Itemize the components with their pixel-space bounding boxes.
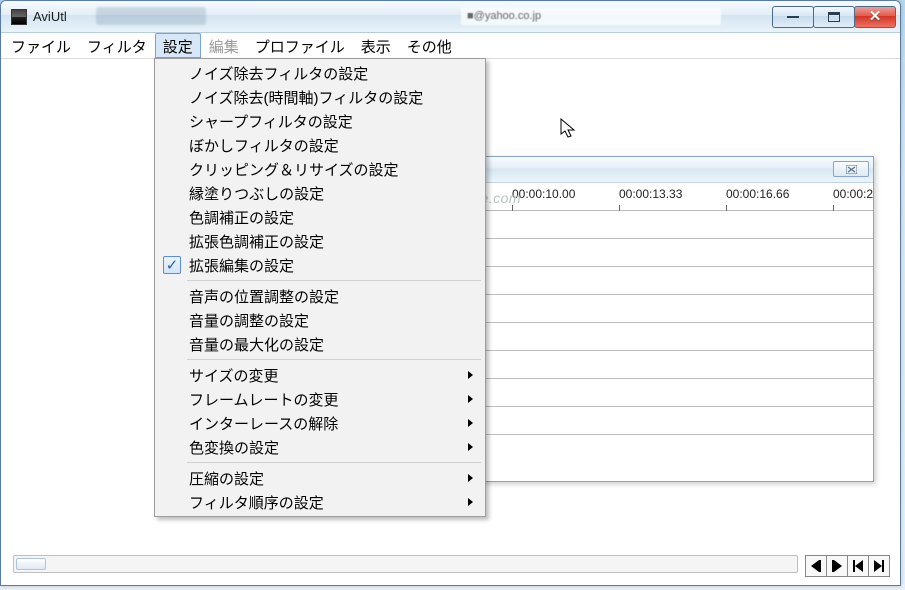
triangle-right-icon [834,560,842,572]
bar-icon [819,560,821,572]
submenu-arrow-icon [468,498,473,506]
settings-dropdown: ノイズ除去フィルタの設定 ノイズ除去(時間軸)フィルタの設定 シャープフィルタの… [154,58,486,517]
minimize-icon [787,16,799,18]
window-controls: ✕ [773,6,896,28]
menuitem-deinterlace[interactable]: インターレースの解除 [157,411,483,435]
menu-file[interactable]: ファイル [3,33,79,58]
menuitem-color-convert[interactable]: 色変換の設定 [157,435,483,459]
submenu-arrow-icon [468,395,473,403]
checkmark-icon: ✓ [163,256,181,274]
titlebar[interactable]: AviUtl ■@yahoo.co.jp ✕ [1,1,900,33]
scrollbar-thumb[interactable] [16,558,46,570]
app-icon [11,9,27,25]
ruler-tick: 00:00:13.33 [619,187,682,205]
menubar: ファイル フィルタ 設定 編集 プロファイル 表示 その他 [1,33,900,59]
close-icon: ✕ [869,9,882,24]
menuitem-volume-adjust[interactable]: 音量の調整の設定 [157,308,483,332]
menu-other[interactable]: その他 [399,33,460,58]
ruler-tick: 00:00:10.00 [512,187,575,205]
window-title: AviUtl [33,9,67,24]
frame-forward-button[interactable] [826,555,848,577]
title-blur-area [96,7,206,25]
submenu-arrow-icon [468,419,473,427]
maximize-icon [828,12,840,22]
menuitem-compression[interactable]: 圧縮の設定 [157,466,483,490]
frame-back-button[interactable] [805,555,827,577]
menuitem-color-correction[interactable]: 色調補正の設定 [157,205,483,229]
triangle-left-icon [811,560,819,572]
menu-settings[interactable]: 設定 [155,33,201,58]
maximize-button[interactable] [813,6,855,28]
menuitem-volume-maximize[interactable]: 音量の最大化の設定 [157,332,483,356]
minimize-button[interactable] [772,6,814,28]
transport-controls [806,555,890,577]
menu-filter[interactable]: フィルタ [79,33,155,58]
triangle-left-icon [855,560,863,572]
triangle-right-icon [874,560,882,572]
menuitem-ext-color-correction[interactable]: 拡張色調補正の設定 [157,229,483,253]
bar-icon [882,560,884,572]
close-button[interactable]: ✕ [854,6,896,28]
menuitem-border-fill[interactable]: 縁塗りつぶしの設定 [157,181,483,205]
menuitem-noise-time-filter[interactable]: ノイズ除去(時間軸)フィルタの設定 [157,85,483,109]
menuitem-sharp-filter[interactable]: シャープフィルタの設定 [157,109,483,133]
submenu-arrow-icon [468,443,473,451]
horizontal-scrollbar[interactable] [13,555,798,573]
title-email-blur: ■@yahoo.co.jp [461,7,721,25]
menuitem-resize[interactable]: サイズの変更 [157,363,483,387]
goto-end-button[interactable] [868,555,890,577]
menuitem-filter-order[interactable]: フィルタ順序の設定 [157,490,483,514]
goto-start-button[interactable] [847,555,869,577]
menuitem-noise-filter[interactable]: ノイズ除去フィルタの設定 [157,61,483,85]
submenu-arrow-icon [468,474,473,482]
menuitem-clipping-resize[interactable]: クリッピング＆リサイズの設定 [157,157,483,181]
menuitem-ext-edit[interactable]: ✓ 拡張編集の設定 [157,253,483,277]
x-icon [846,165,857,174]
menuitem-audio-position[interactable]: 音声の位置調整の設定 [157,284,483,308]
menuitem-framerate[interactable]: フレームレートの変更 [157,387,483,411]
submenu-arrow-icon [468,371,473,379]
timeline-close-button[interactable] [833,161,869,177]
menu-profile[interactable]: プロファイル [247,33,353,58]
menu-view[interactable]: 表示 [353,33,399,58]
menu-edit[interactable]: 編集 [201,33,247,58]
ruler-tick: 00:00:2 [833,187,873,205]
menuitem-blur-filter[interactable]: ぼかしフィルタの設定 [157,133,483,157]
ruler-tick: 00:00:16.66 [726,187,789,205]
